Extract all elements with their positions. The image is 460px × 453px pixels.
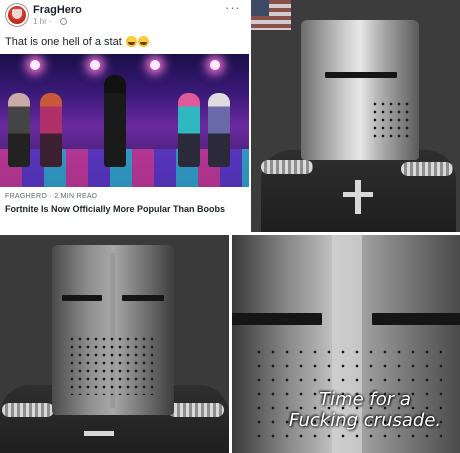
crusader-panel-top-right [251, 0, 460, 232]
link-preview-image[interactable] [0, 54, 249, 187]
laughing-tears-emoji-icon [125, 36, 137, 47]
page-name[interactable]: FragHero [33, 4, 82, 16]
globe-icon [60, 18, 67, 25]
crusader-panel-bottom-right: Time for a Fucking crusade. [232, 235, 460, 453]
post-timestamp[interactable]: 1 hr · [33, 17, 52, 26]
post-text-body: That is one hell of a stat [5, 36, 122, 48]
american-flag [251, 0, 291, 30]
facebook-post: FragHero 1 hr · ··· That is one hell of … [0, 0, 249, 232]
post-text: That is one hell of a stat [5, 36, 149, 48]
meme-caption: Time for a Fucking crusade. [280, 389, 450, 431]
page-avatar[interactable] [6, 4, 28, 26]
caption-line-2: Fucking crusade. [288, 410, 442, 431]
laughing-tears-emoji-icon [137, 36, 149, 47]
caption-line-1: Time for a [319, 389, 411, 410]
link-source: FRAGHERO · 2 MIN READ [5, 193, 98, 200]
more-options-icon[interactable]: ··· [225, 0, 241, 15]
link-title[interactable]: Fortnite Is Now Officially More Popular … [5, 204, 241, 215]
crusader-panel-bottom-left [0, 235, 229, 453]
